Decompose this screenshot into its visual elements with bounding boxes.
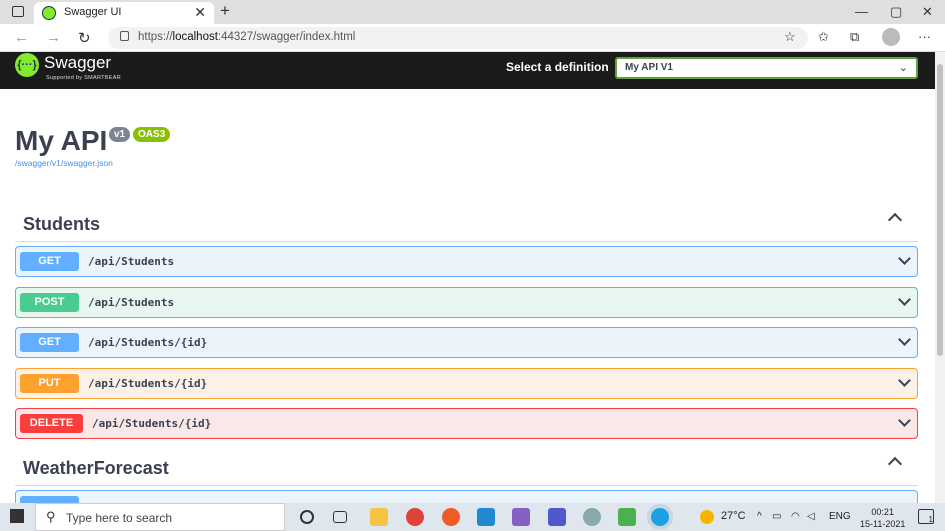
operation-path: /api/Students — [88, 255, 175, 268]
browser-tab-strip: Swagger UI ✕ + — ▢ ✕ — [0, 0, 945, 24]
weather-temperature[interactable]: 27°C — [721, 510, 746, 522]
edge-icon[interactable] — [651, 508, 669, 526]
tab-actions-icon[interactable] — [12, 6, 24, 17]
clock[interactable]: 00:21 15-11-2021 — [860, 506, 905, 530]
method-badge: DELETE — [20, 414, 83, 433]
version-badge: v1 — [109, 127, 131, 142]
method-badge — [20, 496, 79, 503]
taskbar-search[interactable]: ⚲ Type here to search — [35, 503, 285, 531]
select-definition-label: Select a definition — [506, 60, 609, 74]
file-explorer-icon[interactable] — [370, 508, 388, 526]
swagger-topbar: {···} Swagger Supported by SMARTBEAR Sel… — [0, 52, 935, 89]
volume-icon[interactable]: ◁ — [807, 511, 815, 522]
teams-icon[interactable] — [548, 508, 566, 526]
chevron-down-icon[interactable] — [898, 414, 911, 427]
chevron-up-icon[interactable] — [887, 456, 903, 472]
definition-select[interactable]: My API V1 ⌄ — [615, 57, 918, 79]
url-rest: :44327/swagger/index.html — [217, 31, 356, 43]
url-prefix: https:// — [138, 31, 173, 43]
search-icon: ⚲ — [46, 509, 56, 524]
wifi-icon[interactable]: ◠ — [791, 511, 800, 522]
method-badge: POST — [20, 293, 79, 312]
maximize-button[interactable]: ▢ — [890, 4, 902, 20]
notification-center-icon[interactable]: 1 — [918, 509, 934, 524]
task-view-icon[interactable] — [333, 511, 347, 523]
url-text[interactable]: https://localhost:44327/swagger/index.ht… — [138, 31, 355, 43]
swagger-brand-sub: Supported by SMARTBEAR — [46, 75, 121, 81]
address-toolbar: ← → ↻ https://localhost:44327/swagger/in… — [0, 24, 945, 52]
operation-row-partial[interactable] — [15, 490, 918, 503]
collections-icon[interactable]: ⧉ — [850, 29, 859, 45]
chevron-up-icon[interactable] — [887, 212, 903, 228]
chevron-down-icon[interactable] — [898, 252, 911, 265]
cortana-icon[interactable] — [300, 510, 314, 524]
operation-row[interactable]: GET /api/Students — [15, 246, 918, 277]
tag-name: Students — [23, 214, 101, 234]
swagger-favicon-icon — [42, 6, 56, 20]
new-tab-button[interactable]: + — [220, 1, 230, 21]
clock-date: 15-11-2021 — [860, 519, 906, 529]
operation-row[interactable]: DELETE /api/Students/{id} — [15, 408, 918, 439]
chevron-down-icon[interactable] — [898, 333, 911, 346]
method-badge: PUT — [20, 374, 79, 393]
swagger-brand[interactable]: Swagger — [44, 53, 111, 73]
photos-icon[interactable] — [618, 508, 636, 526]
weather-icon[interactable] — [700, 510, 714, 524]
reload-button[interactable]: ↻ — [78, 29, 91, 47]
operation-path: /api/Students/{id} — [88, 336, 208, 349]
url-host: localhost — [172, 31, 218, 43]
swagger-logo-icon[interactable]: {···} — [15, 53, 39, 77]
tag-name: WeatherForecast — [23, 458, 169, 478]
forward-button[interactable]: → — [46, 29, 61, 46]
chevron-down-icon: ⌄ — [898, 62, 908, 74]
oas-badge: OAS3 — [133, 127, 171, 142]
tab-title: Swagger UI — [64, 6, 122, 18]
operation-path: /api/Students/{id} — [92, 417, 212, 430]
settings-menu-icon[interactable]: ··· — [918, 29, 931, 44]
minimize-button[interactable]: — — [855, 4, 868, 19]
windows-start-icon[interactable] — [10, 509, 24, 523]
lock-icon — [120, 31, 129, 41]
swagger-content: My API v1 OAS3 /swagger/v1/swagger.json … — [0, 89, 935, 503]
windows-taskbar: ⚲ Type here to search 27°C ^ ▭ ◠ ◁ ENG 0… — [0, 503, 945, 531]
postman-icon[interactable] — [442, 508, 460, 526]
api-title: My API — [15, 125, 108, 156]
chevron-down-icon[interactable] — [898, 293, 911, 306]
method-badge: GET — [20, 333, 79, 352]
definition-select-value: My API V1 — [625, 62, 673, 73]
browser-tab[interactable]: Swagger UI ✕ — [34, 2, 214, 24]
close-window-button[interactable]: ✕ — [922, 4, 933, 20]
page-scrollbar[interactable] — [935, 52, 945, 503]
back-button[interactable]: ← — [14, 29, 29, 46]
operation-row[interactable]: POST /api/Students — [15, 287, 918, 318]
add-favorite-icon[interactable]: ☆ — [784, 29, 796, 45]
operation-row[interactable]: PUT /api/Students/{id} — [15, 368, 918, 399]
battery-icon[interactable]: ▭ — [772, 511, 781, 522]
favorites-icon[interactable]: ✩ — [818, 29, 829, 45]
language-indicator[interactable]: ENG — [829, 511, 851, 522]
paint-icon[interactable] — [583, 508, 601, 526]
search-placeholder: Type here to search — [66, 511, 173, 525]
clock-time: 00:21 — [871, 507, 894, 517]
chrome-icon[interactable] — [406, 508, 424, 526]
url-bar[interactable]: https://localhost:44327/swagger/index.ht… — [108, 27, 808, 49]
tag-section-students[interactable]: Students — [15, 207, 918, 242]
operation-row[interactable]: GET /api/Students/{id} — [15, 327, 918, 358]
chevron-down-icon[interactable] — [898, 374, 911, 387]
operation-path: /api/Students/{id} — [88, 377, 208, 390]
tag-section-weatherforecast[interactable]: WeatherForecast — [15, 451, 918, 486]
tray-chevron-up-icon[interactable]: ^ — [757, 511, 762, 522]
tab-close-icon[interactable]: ✕ — [194, 4, 206, 21]
swagger-json-link[interactable]: /swagger/v1/swagger.json — [15, 158, 113, 168]
scrollbar-thumb[interactable] — [937, 64, 943, 356]
vscode-icon[interactable] — [477, 508, 495, 526]
visual-studio-icon[interactable] — [512, 508, 530, 526]
method-badge: GET — [20, 252, 79, 271]
operation-path: /api/Students — [88, 296, 175, 309]
profile-avatar[interactable] — [882, 28, 900, 46]
